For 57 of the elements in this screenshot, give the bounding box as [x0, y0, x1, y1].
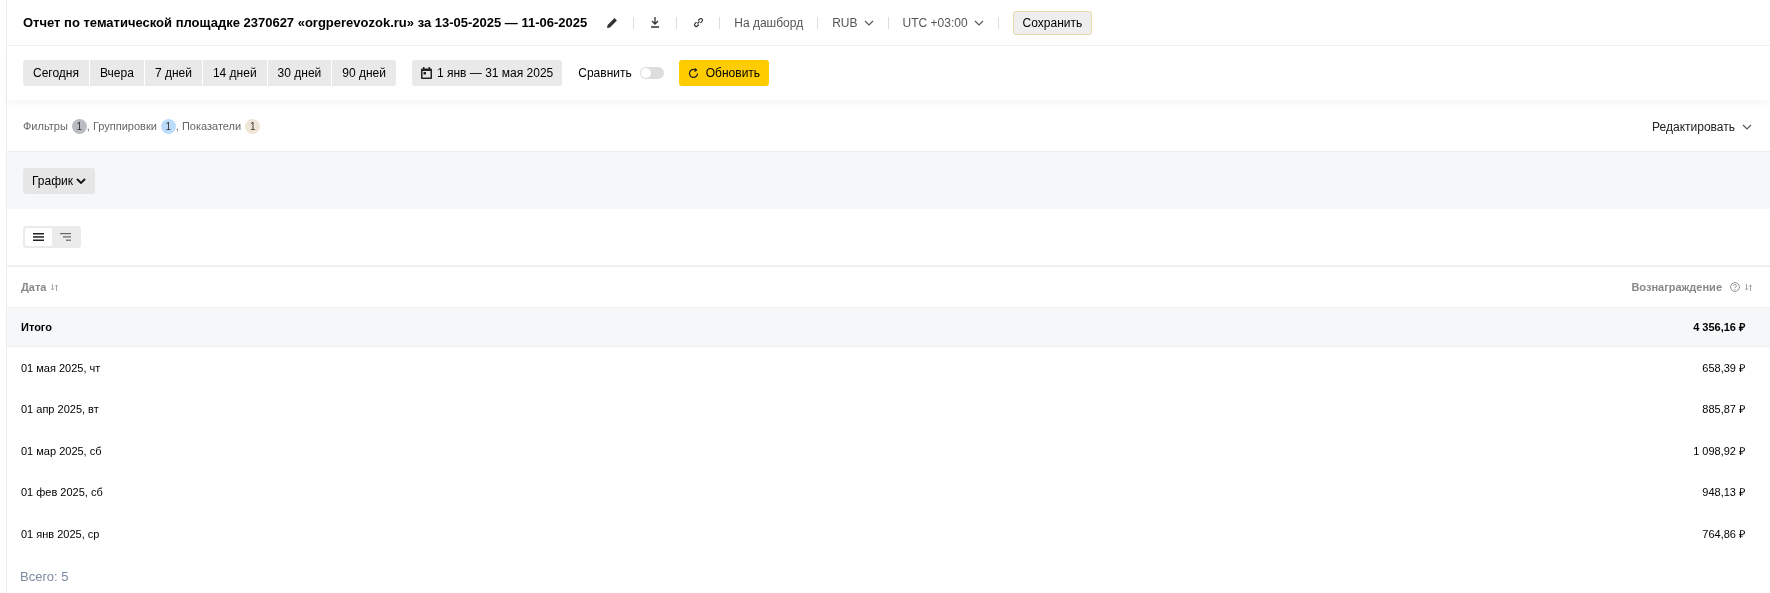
list-icon [33, 233, 44, 241]
sort-icon [51, 283, 59, 291]
separator-comma: , [86, 119, 90, 135]
list-view-button[interactable] [25, 228, 52, 246]
count-badge: 1 [71, 119, 87, 134]
dropdown[interactable]: RUB [832, 13, 874, 32]
column-header[interactable]: Вознаграждение [1631, 278, 1722, 296]
chevron-down-icon [1742, 123, 1752, 130]
tree-icon [60, 233, 71, 241]
download-icon [650, 17, 661, 28]
dropdown[interactable]: UTC +03:00 [902, 13, 984, 32]
table-cell-text: 01 мая 2025, чт [21, 360, 101, 376]
date-range-button[interactable]: 1 янв — 31 мая 2025 [411, 60, 563, 86]
chevron-down-icon [76, 177, 86, 184]
pencil-icon [606, 16, 619, 29]
edit-settings-button[interactable]: Редактировать [1652, 117, 1752, 136]
period-tab[interactable]: Сегодня [23, 60, 89, 86]
chevron-down-icon [863, 19, 874, 26]
column-header[interactable]: Дата [21, 278, 47, 296]
table-cell-text: 764,86 ₽ [1702, 526, 1745, 542]
row-count-text: Всего: 5 [19, 567, 70, 586]
dashboard-link[interactable]: На дашборд [734, 13, 804, 32]
sort-icon [1745, 283, 1752, 291]
table-cell-text: 885,87 ₽ [1702, 402, 1745, 418]
period-tab[interactable]: 90 дней [332, 60, 396, 86]
separator-comma: , [175, 119, 179, 135]
link-button[interactable] [691, 15, 706, 30]
table-cell-text: 01 апр 2025, вт [21, 402, 99, 418]
period-tab[interactable]: 7 дней [144, 60, 202, 86]
table-cell-text: 1 098,92 ₽ [1693, 443, 1745, 459]
settings-label: Фильтры [23, 119, 68, 135]
table-cell-text: 01 фев 2025, сб [21, 485, 103, 501]
period-tab[interactable]: 14 дней [202, 60, 267, 86]
period-tab[interactable]: 30 дней [267, 60, 332, 86]
table-cell-text: 948,13 ₽ [1702, 485, 1745, 501]
link-icon [692, 17, 704, 28]
settings-label: Показатели [181, 119, 242, 135]
table-cell-text: Итого [21, 319, 53, 335]
edit-button[interactable] [605, 15, 620, 30]
compare-toggle[interactable] [639, 67, 664, 79]
chart-dropdown[interactable]: График [23, 167, 95, 194]
chevron-down-icon [973, 19, 984, 26]
settings-label: Группировки [92, 119, 157, 135]
period-tab[interactable]: Вчера [90, 60, 144, 86]
count-badge: 1 [245, 119, 261, 134]
table-cell-text: 658,39 ₽ [1702, 360, 1745, 376]
compare-label: Сравнить [578, 65, 632, 82]
table-cell-text: 01 янв 2025, ср [21, 526, 100, 542]
refresh-icon [687, 67, 699, 79]
count-badge: 1 [160, 119, 176, 134]
report-title: Отчет по тематической площадке 2370627 «orgperevozok.ru» за 13-05-2025 — 11-06-2025 [23, 13, 588, 32]
refresh-button[interactable]: Обновить [678, 60, 770, 86]
calendar-icon [420, 67, 432, 79]
save-button[interactable]: Сохранить [1012, 10, 1093, 35]
table-cell-text: 4 356,16 ₽ [1693, 319, 1745, 335]
help-icon [1730, 282, 1740, 292]
table-cell-text: 01 мар 2025, сб [21, 443, 102, 459]
